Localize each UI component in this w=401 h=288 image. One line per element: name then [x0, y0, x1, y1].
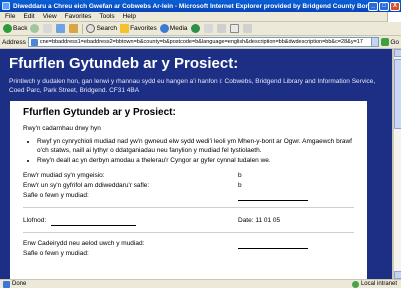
confirmation-list: Rwyf yn cynrychioli mudiad nad yw'n gwne… [37, 137, 354, 165]
windows-logo-icon [387, 12, 401, 22]
field-value: b [238, 172, 242, 179]
page-icon [30, 38, 38, 46]
maximize-button[interactable]: □ [379, 1, 389, 11]
field-label: Safle o fewn y mudiad: [23, 192, 89, 199]
ie-icon [2, 2, 10, 10]
media-button[interactable]: Media [159, 24, 188, 33]
search-icon [86, 24, 96, 33]
search-button[interactable]: Search [86, 24, 117, 33]
page-title: Ffurflen Gytundeb ar y Prosiect: [9, 55, 239, 72]
field-organisation: Enw'r mudiad sy'n ymgeisio: b [23, 171, 354, 181]
chair-position-label: Safle o fewn y mudiad: [23, 250, 89, 257]
stop-button[interactable] [43, 24, 53, 33]
close-button[interactable]: X [390, 1, 400, 11]
edit-button[interactable] [229, 24, 240, 33]
signature-label: Llofnod: [23, 217, 47, 224]
back-label: Back [13, 25, 28, 32]
address-input[interactable]: cne=bbaddress1=ebaddress2=bbtown=b&count… [27, 37, 380, 47]
signature-blank-line [50, 225, 136, 226]
signature-field: Llofnod: [23, 216, 238, 226]
menu-file[interactable]: File [5, 13, 15, 20]
zone-label: Local intranet [360, 281, 397, 287]
date-label: Date: 11 01 05 [238, 217, 281, 224]
status-bar: Done Local intranet [0, 279, 401, 288]
print-icon [216, 24, 226, 33]
history-button[interactable] [190, 24, 201, 33]
print-button[interactable] [216, 24, 227, 33]
go-label: Go [390, 38, 399, 46]
field-label: Enw'r un sy'n gyfrifol am ddiweddaru'r s… [23, 182, 150, 189]
security-zone: Local intranet [351, 280, 401, 288]
vertical-scrollbar[interactable] [393, 49, 401, 279]
menu-view[interactable]: View [43, 13, 57, 20]
discuss-icon [242, 24, 252, 33]
history-icon [190, 24, 200, 33]
signature-row: Llofnod: Date: 11 01 05 [23, 216, 354, 226]
menu-edit[interactable]: Edit [23, 13, 34, 20]
form-heading: Ffurflen Gytundeb ar y Prosiect: [23, 107, 176, 118]
edit-page-icon [229, 24, 239, 33]
mail-icon [203, 24, 213, 33]
address-dropdown-icon[interactable] [371, 38, 379, 46]
section-divider [23, 232, 354, 233]
status-text: Done [12, 281, 27, 287]
favorites-label: Favorites [130, 25, 157, 32]
form-lead: Rwy'n cadarnhau drwy hyn [23, 125, 101, 132]
address-url: cne=bbaddress1=ebaddress2=bbtown=b&count… [39, 39, 363, 45]
address-bar: Address cne=bbaddress1=ebaddress2=bbtown… [0, 36, 401, 49]
field-responsible: Enw'r un sy'n gyfrifol am ddiweddaru'r s… [23, 181, 354, 191]
discuss-button[interactable] [242, 24, 253, 33]
go-arrow-icon [381, 38, 390, 46]
agreement-form: Ffurflen Gytundeb ar y Prosiect: Rwy'n c… [10, 101, 367, 279]
scroll-thumb[interactable] [394, 59, 401, 129]
forward-arrow-icon [30, 24, 40, 33]
back-button[interactable]: Back [3, 24, 27, 33]
toolbar-divider [82, 23, 84, 34]
window-title: Diweddaru a Chreu eich Gwefan ar Cobwebs… [13, 2, 368, 10]
scroll-down-arrow-icon[interactable] [394, 271, 401, 279]
minimize-button[interactable]: _ [368, 1, 378, 11]
menu-help[interactable]: Help [123, 13, 136, 20]
media-icon [159, 24, 169, 33]
list-item: Rwyf yn cynrychioli mudiad nad yw'n gwne… [37, 137, 354, 155]
search-label: Search [96, 25, 118, 32]
scroll-up-arrow-icon[interactable] [394, 49, 401, 57]
media-label: Media [169, 25, 188, 32]
favorites-button[interactable]: Favorites [120, 24, 157, 33]
mail-button[interactable] [203, 24, 214, 33]
field-position: Safle o fewn y mudiad: [23, 191, 354, 201]
menu-favorites[interactable]: Favorites [65, 13, 92, 20]
window-controls: _ □ X [368, 1, 400, 11]
home-icon [69, 24, 79, 33]
chair-label: Enw Cadeirydd neu aelod uwch y mudiad: [23, 240, 145, 247]
toolbar: Back Search Favorites Media [0, 22, 401, 36]
chair-row: Enw Cadeirydd neu aelod uwch y mudiad: [23, 239, 354, 249]
back-arrow-icon [3, 24, 12, 33]
position-blank-line [238, 191, 308, 201]
page-done-icon [3, 280, 10, 288]
refresh-icon [56, 24, 66, 33]
menu-bar: File Edit View Favorites Tools Help [0, 12, 401, 22]
address-label: Address [2, 38, 26, 46]
home-button[interactable] [69, 24, 79, 33]
go-button[interactable]: Go [381, 38, 399, 46]
title-bar: Diweddaru a Chreu eich Gwefan ar Cobwebs… [0, 0, 401, 12]
chair-blank-line [238, 239, 308, 249]
list-item: Rwy'n deall ac yn derbyn amodau a theler… [37, 156, 354, 165]
chair-position-row: Safle o fewn y mudiad: [23, 249, 354, 259]
star-icon [120, 24, 130, 33]
stop-icon [43, 24, 53, 33]
page-intro: Printiwch y dudalen hon, gan lenwi y rha… [9, 78, 376, 94]
page-viewport: Ffurflen Gytundeb ar y Prosiect: Printiw… [0, 49, 393, 279]
menu-tools[interactable]: Tools [99, 13, 114, 20]
intranet-globe-icon [351, 280, 359, 288]
field-label: Enw'r mudiad sy'n ymgeisio: [23, 172, 105, 179]
forward-button[interactable] [30, 24, 40, 33]
refresh-button[interactable] [56, 24, 66, 33]
section-divider [23, 207, 354, 208]
field-value: b [238, 182, 242, 189]
